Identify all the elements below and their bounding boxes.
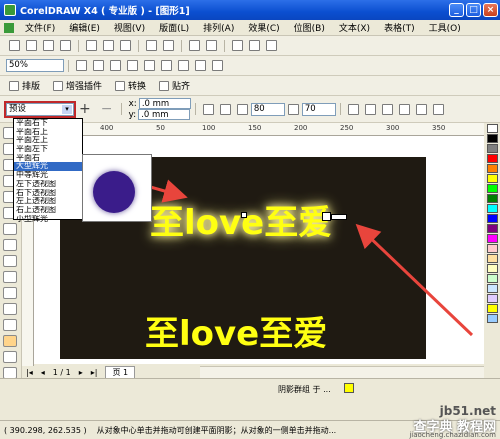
color-swatch[interactable]	[486, 134, 498, 143]
preset-option[interactable]: 左上透视图	[14, 197, 82, 206]
color-swatch[interactable]	[486, 204, 498, 213]
preset-dropdown-list: 平面右下 平面右上 平面左上 平面左下 平面右 大型辉光 中等辉光 左下透视图 右下透视图 左上透…	[13, 118, 83, 222]
preset-option[interactable]: 左下透视图	[14, 180, 82, 189]
color-palette	[484, 123, 500, 385]
first-page-icon[interactable]: |◂	[26, 368, 33, 377]
status-bar-top: 阴影群组 于 ...	[0, 378, 500, 402]
page-tab[interactable]: 页 1	[105, 365, 136, 379]
color-swatch[interactable]	[486, 184, 498, 193]
watermark-line3: jiaocheng.chazidian.com	[409, 431, 496, 439]
preview-shape	[93, 171, 135, 213]
color-swatch[interactable]	[486, 144, 498, 153]
prev-page-icon[interactable]: ◂	[41, 368, 45, 377]
preset-option[interactable]: 平面右	[14, 154, 82, 163]
arrow-to-shadow-handle	[355, 223, 474, 337]
tool-hint: 从对象中心单击并拖动可创建平面阴影；从对象的一侧单击并拖动...	[96, 425, 337, 435]
site-watermark: jb51.net 查字典 教程网 jiaocheng.chazidian.com	[366, 404, 500, 439]
page-navigator: |◂ ◂ 1 / 1 ▸ ▸| 页 1	[22, 365, 200, 379]
cursor-coordinates: ( 390.298, 262.535 )	[4, 425, 87, 435]
next-page-icon[interactable]: ▸	[79, 368, 83, 377]
preset-option[interactable]: 右上透视图	[14, 206, 82, 215]
page-counter: 1 / 1	[52, 367, 71, 377]
preset-option[interactable]: 平面右上	[14, 128, 82, 137]
color-swatch[interactable]	[486, 244, 498, 253]
preset-option[interactable]: 平面左上	[14, 136, 82, 145]
color-swatch[interactable]	[486, 264, 498, 273]
preset-option[interactable]: 小型辉光	[14, 215, 82, 224]
selection-status: 阴影群组 于 ...	[278, 385, 331, 394]
color-swatch[interactable]	[486, 274, 498, 283]
color-swatch[interactable]	[486, 164, 498, 173]
preset-option[interactable]: 平面右下	[14, 119, 82, 128]
color-swatch[interactable]	[486, 304, 498, 313]
preset-option[interactable]: 平面左下	[14, 145, 82, 154]
color-swatch[interactable]	[486, 214, 498, 223]
color-swatch[interactable]	[486, 174, 498, 183]
color-swatch[interactable]	[486, 314, 498, 323]
preset-option[interactable]: 大型辉光	[14, 162, 82, 172]
preset-option[interactable]: 中等辉光	[14, 171, 82, 180]
color-swatch[interactable]	[486, 234, 498, 243]
color-swatch[interactable]	[486, 154, 498, 163]
preset-preview	[82, 154, 152, 222]
color-swatch[interactable]	[486, 194, 498, 203]
fill-color-swatch	[344, 383, 354, 393]
color-swatch[interactable]	[486, 254, 498, 263]
last-page-icon[interactable]: ▸|	[91, 368, 98, 377]
color-swatch[interactable]	[486, 124, 498, 133]
color-swatch[interactable]	[486, 224, 498, 233]
preset-option[interactable]: 右下透视图	[14, 189, 82, 198]
color-swatch[interactable]	[486, 284, 498, 293]
horizontal-scrollbar[interactable]	[200, 366, 484, 378]
color-swatch[interactable]	[486, 294, 498, 303]
